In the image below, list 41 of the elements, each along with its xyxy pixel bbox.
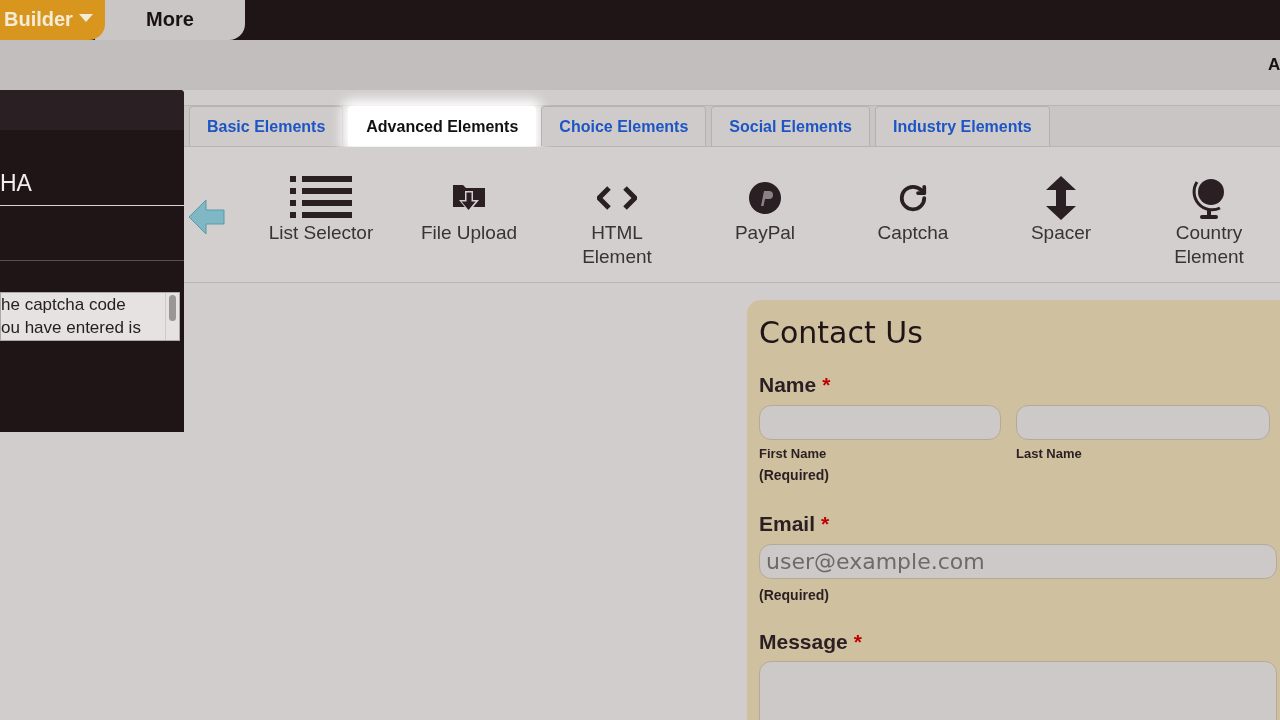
element-button[interactable]: File Upload (395, 175, 543, 245)
code-icon (597, 186, 637, 210)
text-area-content: he captcha code ou have entered is (1, 294, 142, 339)
panel-heading: HA (0, 172, 33, 195)
field-label: Name (759, 372, 817, 398)
refresh-icon (898, 183, 928, 213)
element-button[interactable]: Captcha (839, 175, 987, 245)
paypal-icon (749, 182, 781, 214)
tab[interactable]: Basic Elements (189, 106, 344, 146)
message-field[interactable] (759, 661, 1277, 720)
up-down-arrow-icon (1046, 176, 1076, 220)
list-icon (290, 176, 352, 220)
tab[interactable]: Social Elements (711, 106, 870, 146)
globe-icon (1192, 176, 1226, 220)
text-area[interactable]: he captcha code ou have entered is (0, 292, 180, 341)
text-field[interactable] (759, 404, 1001, 440)
element-button[interactable]: PayPal (691, 175, 839, 245)
email-field[interactable]: user@example.com (759, 543, 1277, 579)
nav-tab[interactable]: More (95, 0, 245, 40)
required-marker: * (853, 628, 862, 655)
left-arrow-icon[interactable] (189, 199, 225, 235)
field-label: Message (759, 628, 848, 655)
text-field[interactable] (1016, 404, 1270, 440)
element-button[interactable]: List Selector (247, 175, 395, 245)
element-button[interactable]: Country Element (1135, 175, 1280, 269)
caret-icon (78, 14, 93, 22)
element-button[interactable]: HTML Element (543, 175, 691, 269)
header-text: A (1268, 54, 1280, 77)
required-note: (Required) (759, 466, 830, 485)
scrollbar (165, 293, 179, 340)
tab[interactable]: Choice Elements (541, 106, 707, 146)
required-marker: * (822, 372, 831, 398)
required-marker: * (821, 511, 830, 537)
element-button[interactable]: Spacer (987, 175, 1135, 245)
field-label: Email (759, 511, 816, 537)
tab[interactable]: Industry Elements (875, 106, 1050, 146)
field-sublabel: First Name (759, 444, 828, 463)
field-sublabel: Last Name (1016, 444, 1083, 463)
required-note: (Required) (759, 585, 830, 605)
form-title: Contact Us (759, 314, 924, 352)
tab[interactable]: Advanced Elements (348, 106, 537, 146)
